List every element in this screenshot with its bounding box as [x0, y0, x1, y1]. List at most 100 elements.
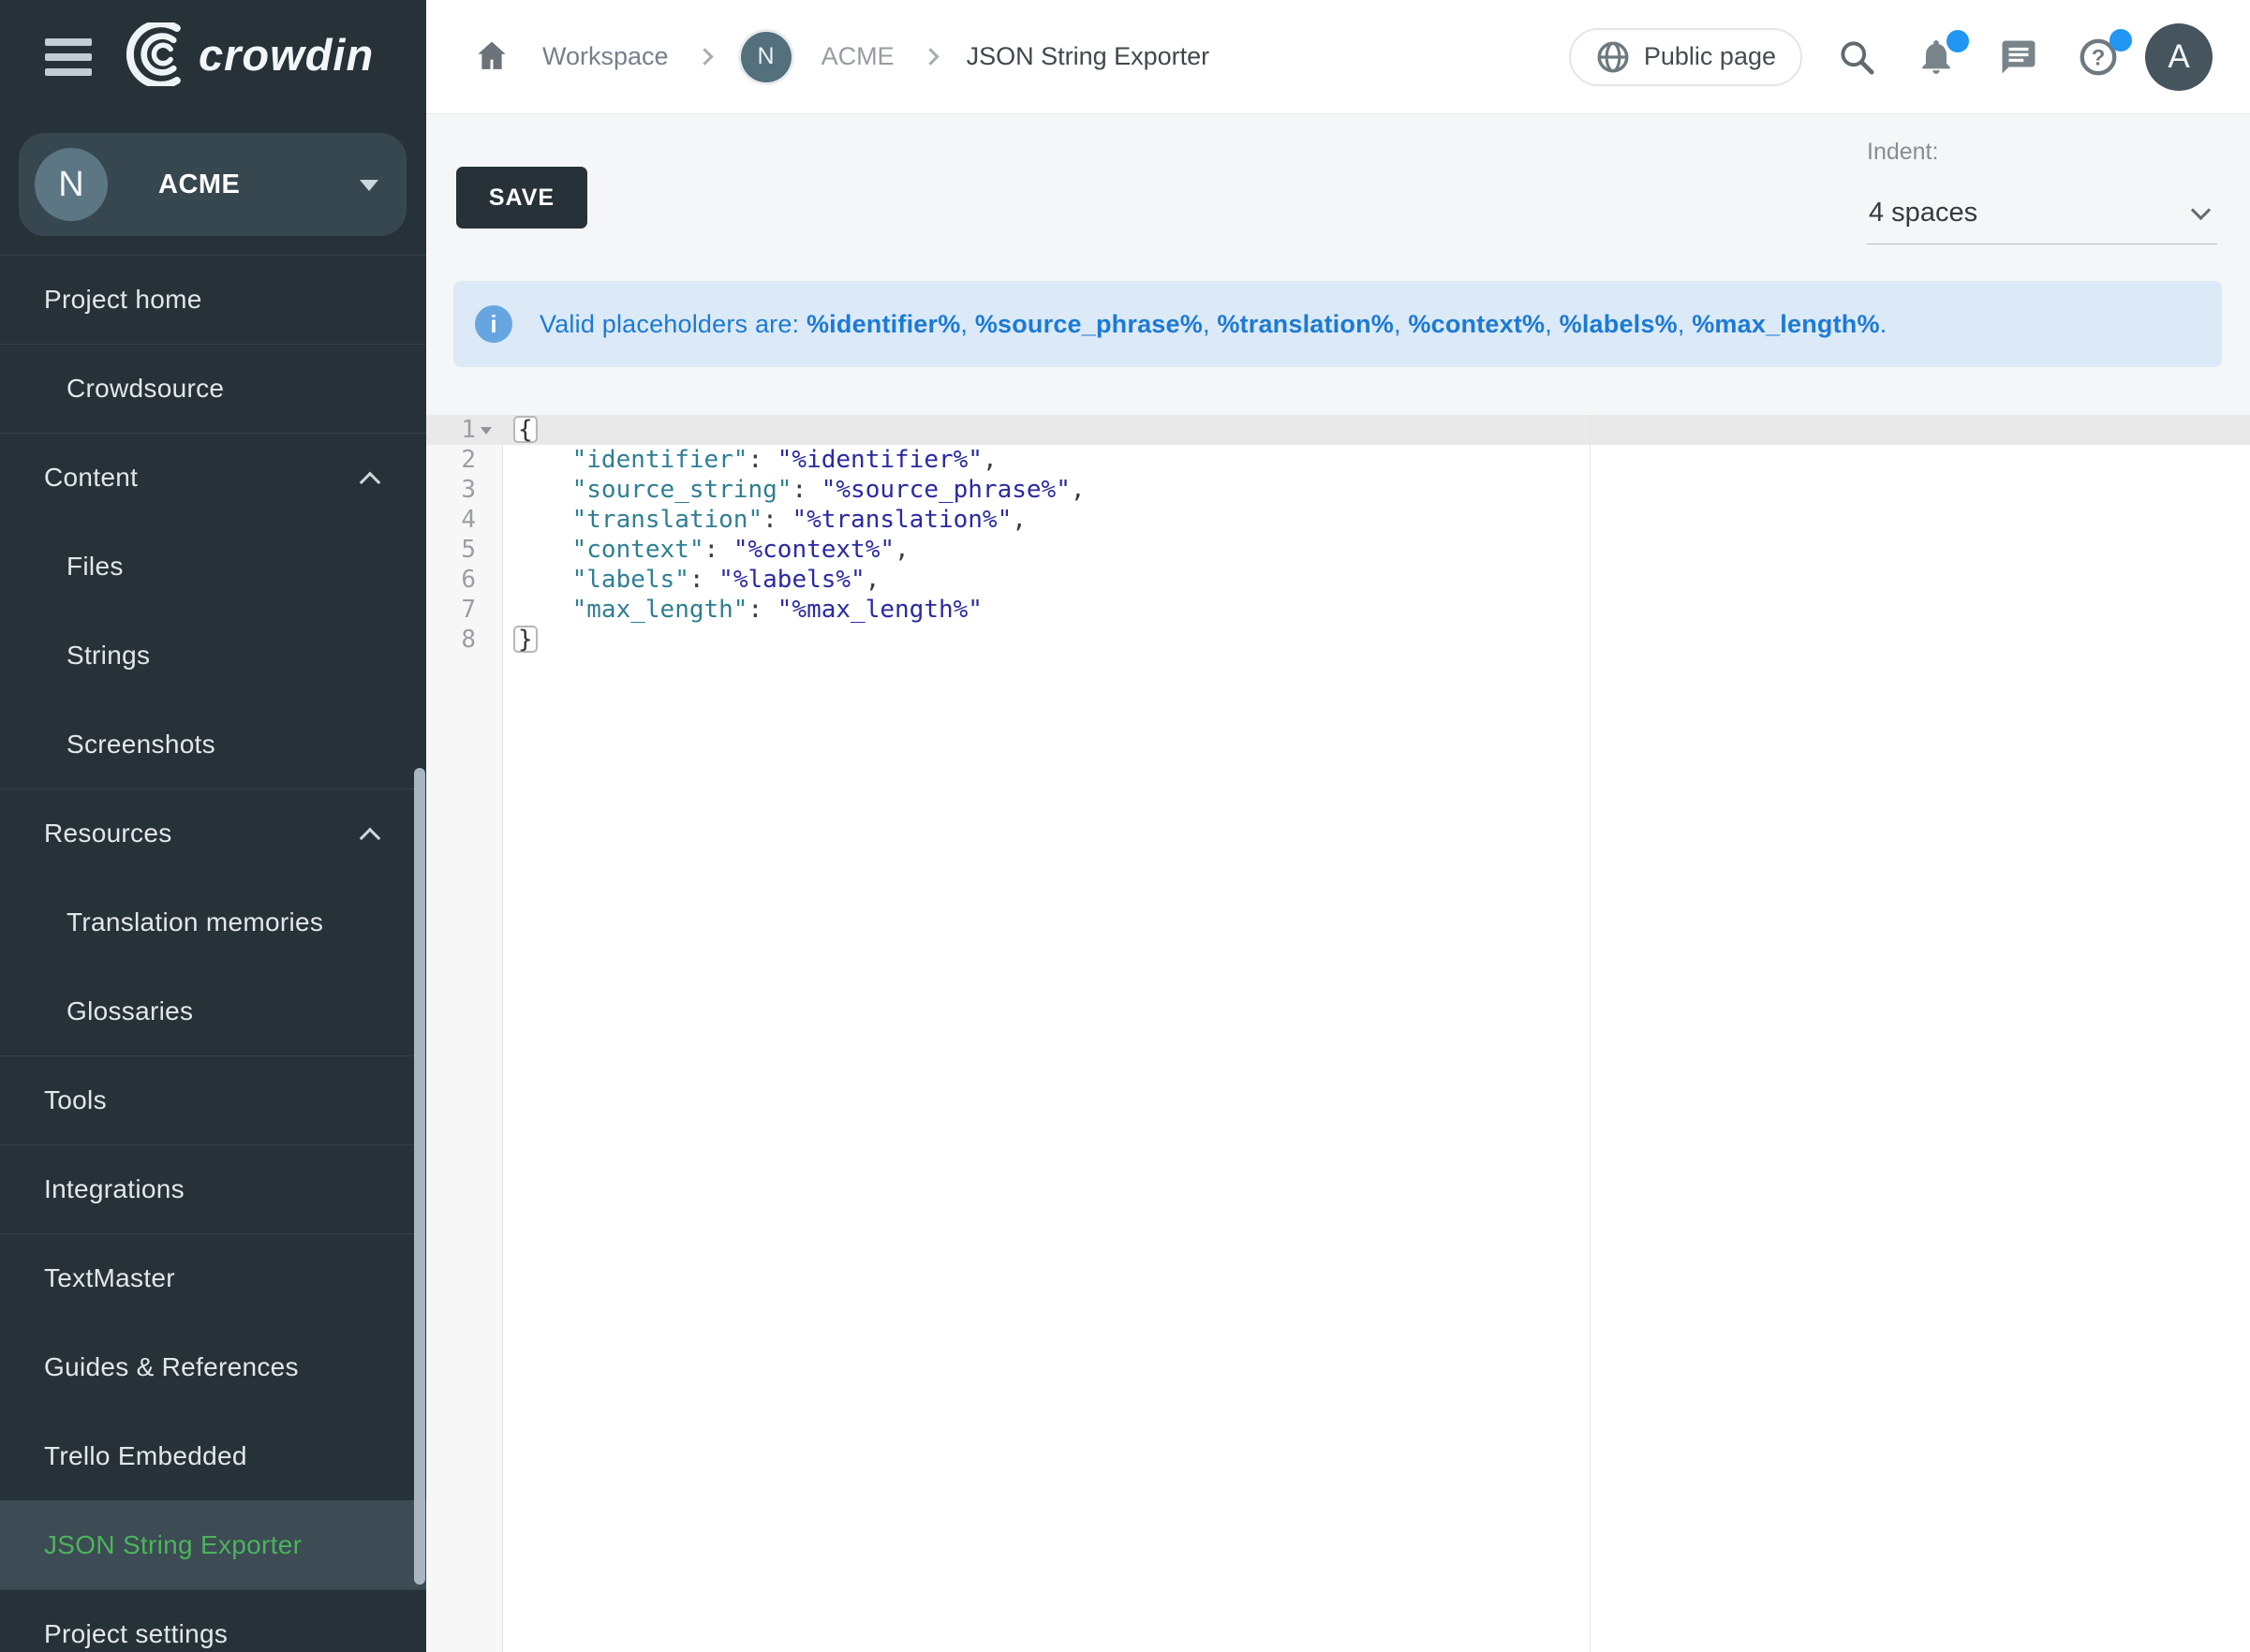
sidebar-item-integrations[interactable]: Integrations: [0, 1144, 426, 1233]
crowdin-logo[interactable]: crowdin: [120, 22, 374, 86]
caret-down-icon: [360, 180, 378, 191]
globe-icon: [1595, 39, 1631, 75]
sidebar-item-label: Screenshots: [0, 730, 215, 760]
line-number: 4: [426, 505, 476, 535]
sidebar-menu: Project home Crowdsource Content Files Strin…: [0, 255, 426, 1652]
line-number: 1: [426, 415, 476, 445]
public-page-button[interactable]: Public page: [1569, 28, 1802, 86]
sidebar-item-label: Files: [0, 552, 124, 582]
line-number-cell: 1: [426, 415, 503, 445]
sidebar-item-label: Content: [0, 463, 138, 493]
line-number: 2: [426, 445, 476, 475]
notifications-bell-icon[interactable]: [1917, 37, 1956, 77]
sidebar-item-label: Resources: [0, 819, 172, 848]
line-number-cell: 7: [426, 595, 503, 625]
code-line-content: "identifier": "%identifier%",: [503, 445, 998, 475]
breadcrumb-workspace[interactable]: Workspace: [542, 42, 669, 71]
search-icon[interactable]: [1836, 37, 1877, 78]
save-button[interactable]: SAVE: [456, 167, 587, 229]
line-number-cell: 6: [426, 565, 503, 595]
code-line-2[interactable]: 2 "identifier": "%identifier%",: [426, 445, 2250, 475]
sidebar-item-label: Project settings: [0, 1619, 228, 1649]
placeholder-token: %source_phrase%: [975, 310, 1203, 338]
sidebar-item-translation-memories[interactable]: Translation memories: [0, 878, 426, 966]
placeholder-token: %identifier%: [807, 310, 960, 338]
line-number: 8: [426, 625, 476, 655]
line-number-cell: 8: [426, 625, 503, 655]
line-number-cell: 4: [426, 505, 503, 535]
chevron-up-icon: [360, 828, 381, 849]
indent-select[interactable]: 4 spaces: [1867, 166, 2217, 244]
code-line-content: "context": "%context%",: [503, 535, 910, 565]
sidebar-item-textmaster[interactable]: TextMaster: [0, 1233, 426, 1322]
user-avatar[interactable]: A: [2145, 23, 2213, 91]
line-number-cell: 5: [426, 535, 503, 565]
crowdin-mark-icon: [120, 22, 193, 86]
sidebar-item-label: Trello Embedded: [0, 1441, 247, 1471]
code-line-content: }: [503, 625, 538, 655]
svg-text:?: ?: [2092, 45, 2106, 70]
breadcrumb-project[interactable]: ACME: [822, 42, 895, 71]
code-editor[interactable]: 1{2 "identifier": "%identifier%",3 "sour…: [426, 415, 2250, 1652]
project-avatar: N: [35, 148, 108, 221]
sidebar-item-trello-embedded[interactable]: Trello Embedded: [0, 1411, 426, 1500]
line-number: 7: [426, 595, 476, 625]
line-number-cell: 2: [426, 445, 503, 475]
editor-column-ruler: [1590, 415, 1591, 1652]
code-line-content: "max_length": "%max_length%": [503, 595, 983, 625]
chevron-down-icon: [2191, 200, 2211, 220]
sidebar-item-screenshots[interactable]: Screenshots: [0, 700, 426, 789]
code-line-content: "translation": "%translation%",: [503, 505, 1027, 535]
code-lines: 1{2 "identifier": "%identifier%",3 "sour…: [426, 415, 2250, 655]
code-line-8[interactable]: 8}: [426, 625, 2250, 655]
line-number: 3: [426, 475, 476, 505]
project-name: ACME: [158, 170, 240, 200]
sidebar-item-content[interactable]: Content: [0, 433, 426, 522]
help-icon[interactable]: ?: [2078, 37, 2119, 78]
sidebar-item-strings[interactable]: Strings: [0, 611, 426, 700]
code-line-7[interactable]: 7 "max_length": "%max_length%": [426, 595, 2250, 625]
code-line-5[interactable]: 5 "context": "%context%",: [426, 535, 2250, 565]
breadcrumb-project-badge[interactable]: N: [741, 32, 792, 82]
main-content: SAVE Indent: 4 spaces i Valid placeholde…: [426, 114, 2250, 1652]
topbar-actions: Public page ?: [1569, 0, 2213, 113]
code-line-4[interactable]: 4 "translation": "%translation%",: [426, 505, 2250, 535]
hamburger-menu-icon[interactable]: [45, 38, 92, 76]
sidebar-item-tools[interactable]: Tools: [0, 1055, 426, 1144]
info-banner: i Valid placeholders are: %identifier%, …: [453, 281, 2222, 367]
sidebar-item-project-home[interactable]: Project home: [0, 255, 426, 344]
chevron-right-icon: [922, 48, 939, 65]
code-line-content: "labels": "%labels%",: [503, 565, 880, 595]
sidebar-scrollbar[interactable]: [414, 768, 425, 1585]
sidebar-item-crowdsource[interactable]: Crowdsource: [0, 344, 426, 433]
sidebar-item-label: Crowdsource: [0, 374, 224, 404]
messages-icon[interactable]: [1999, 37, 2038, 77]
sidebar: crowdin N ACME Project home Crowdsource Co…: [0, 0, 426, 1652]
code-line-content: "source_string": "%source_phrase%",: [503, 475, 1086, 505]
sidebar-item-files[interactable]: Files: [0, 522, 426, 611]
home-icon[interactable]: [471, 37, 512, 78]
public-page-label: Public page: [1644, 42, 1776, 71]
fold-arrow-icon[interactable]: [481, 427, 492, 435]
placeholder-token: %labels%: [1560, 310, 1678, 338]
banner-text: Valid placeholders are: %identifier%, %s…: [540, 310, 1887, 339]
info-icon: i: [475, 305, 512, 343]
line-number-cell: 3: [426, 475, 503, 505]
code-line-3[interactable]: 3 "source_string": "%source_phrase%",: [426, 475, 2250, 505]
line-number: 5: [426, 535, 476, 565]
project-switcher[interactable]: N ACME: [19, 133, 407, 236]
sidebar-item-label: Translation memories: [0, 907, 323, 937]
sidebar-item-glossaries[interactable]: Glossaries: [0, 966, 426, 1055]
code-line-6[interactable]: 6 "labels": "%labels%",: [426, 565, 2250, 595]
chevron-up-icon: [360, 472, 381, 494]
help-dot: [2109, 29, 2132, 52]
line-number: 6: [426, 565, 476, 595]
code-line-1[interactable]: 1{: [426, 415, 2250, 445]
code-line-content: {: [503, 415, 538, 445]
placeholder-token: %translation%: [1217, 310, 1394, 338]
sidebar-item-label: JSON String Exporter: [0, 1530, 302, 1560]
sidebar-item-project-settings[interactable]: Project settings: [0, 1589, 426, 1652]
sidebar-item-json-string-exporter[interactable]: JSON String Exporter: [0, 1500, 426, 1589]
sidebar-item-resources[interactable]: Resources: [0, 789, 426, 878]
sidebar-item-guides-references[interactable]: Guides & References: [0, 1322, 426, 1411]
